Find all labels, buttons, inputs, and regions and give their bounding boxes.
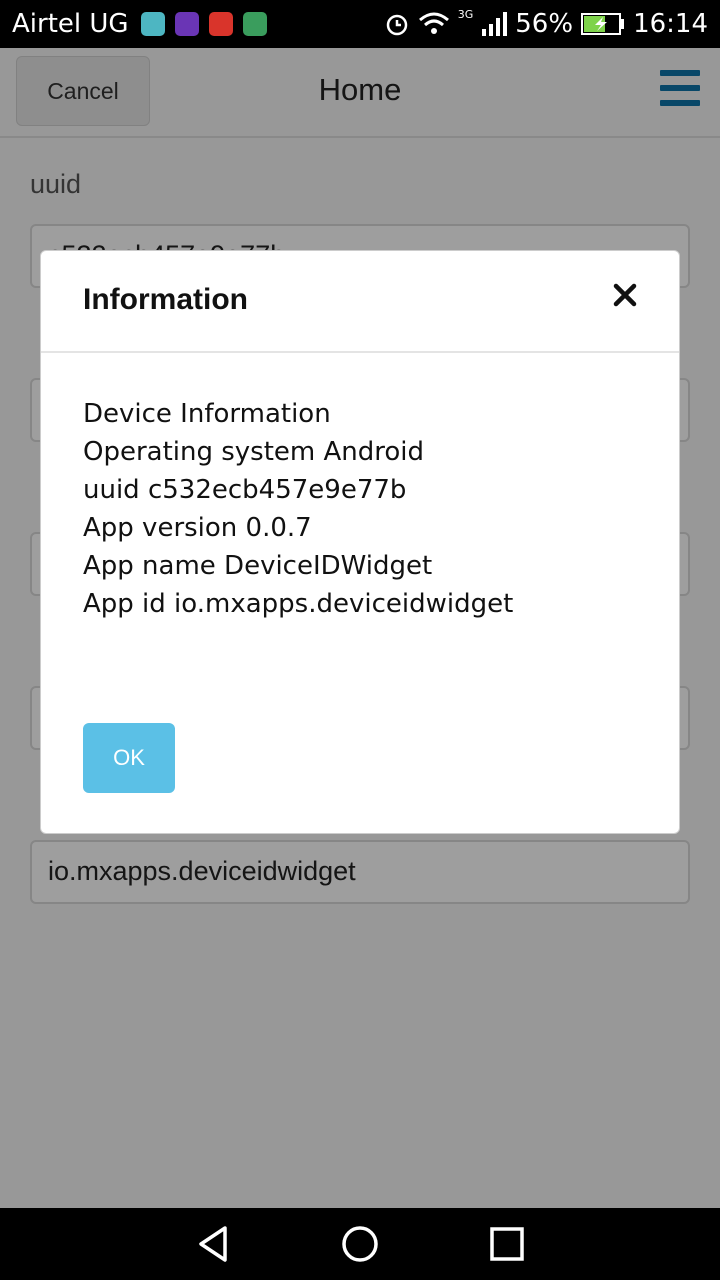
home-icon[interactable] (340, 1224, 380, 1264)
signal-icon (482, 12, 508, 36)
notification-icons (140, 12, 267, 36)
alarm-icon (386, 14, 407, 36)
ok-button[interactable]: OK (83, 723, 175, 793)
info-line: uuid c532ecb457e9e77b (83, 475, 407, 505)
android-app-icon (140, 12, 165, 36)
info-line: Device Information (83, 399, 331, 429)
network-type: 3G (457, 7, 474, 21)
recents-icon[interactable] (487, 1224, 527, 1264)
close-icon[interactable] (611, 281, 639, 309)
carrier-name: Airtel UG (12, 9, 129, 39)
battery-charging-icon (581, 13, 625, 35)
dialog-body: Device Information Operating system Andr… (41, 353, 679, 623)
navigation-bar (0, 1208, 720, 1280)
huawei-app-icon (208, 12, 233, 36)
dialog-header: Information (41, 251, 679, 353)
status-bar: Airtel UG 3G 56% 16:14 (0, 0, 720, 48)
dialog-title: Information (83, 283, 248, 316)
status-indicators: 3G 56% 16:14 (384, 7, 708, 39)
back-icon[interactable] (193, 1224, 233, 1264)
battery-percent: 56% (515, 9, 574, 39)
wifi-icon (418, 12, 449, 34)
play-store-icon (242, 12, 267, 36)
information-dialog: Information Device Information Operating… (40, 250, 680, 834)
clock: 16:14 (633, 9, 708, 39)
info-line: App version 0.0.7 (83, 513, 312, 543)
info-line: App name DeviceIDWidget (83, 551, 433, 581)
info-line: Operating system Android (83, 437, 425, 467)
info-line: App id io.mxapps.deviceidwidget (83, 589, 514, 619)
mail-app-icon (174, 12, 199, 36)
